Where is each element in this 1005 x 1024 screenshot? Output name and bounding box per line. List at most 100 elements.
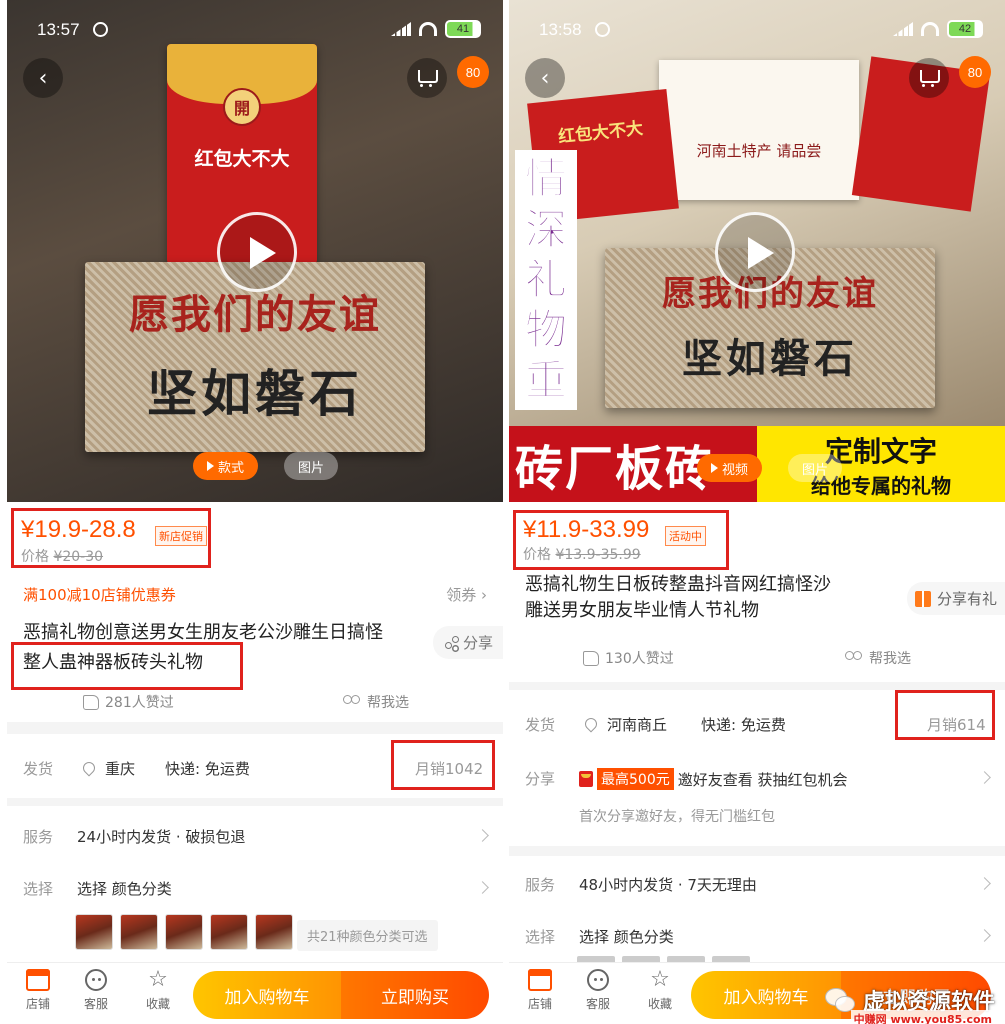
shipping-express: 快递: 免运费: [701, 716, 786, 734]
chevron-right-icon: [978, 929, 991, 942]
get-coupon-link[interactable]: 领券 ›: [446, 584, 487, 605]
help-me-choose[interactable]: 帮我选: [343, 692, 409, 712]
price-section: ¥19.9-28.8 新店促销 价格 ¥20-30: [7, 502, 503, 572]
people-icon: [845, 651, 863, 665]
options-section: 服务 48小时内发货 · 7天无理由 选择 选择 颜色分类: [509, 856, 1005, 968]
media-tabs: 款式 图片: [193, 452, 339, 480]
envelope-seal: 開: [223, 88, 261, 126]
favorite-button[interactable]: ☆ 收藏: [133, 969, 183, 1012]
share-subtext: 首次分享邀好友，得无门槛红包: [579, 809, 775, 825]
vertical-slogan: 情 深 礼 物 重: [515, 150, 577, 410]
product-gallery[interactable]: 河南土特产 请品尝 红包大不大 愿我们的友谊 坚如磐石 情 深 礼 物 重 砖厂…: [509, 0, 1005, 502]
help-me-choose[interactable]: 帮我选: [845, 648, 911, 668]
store-button[interactable]: 店铺: [515, 969, 565, 1012]
reward-chip: 最高500元: [597, 768, 674, 790]
tab-image[interactable]: 图片: [788, 454, 843, 482]
tab-image[interactable]: 图片: [284, 452, 339, 480]
wechat-icon: [824, 988, 855, 1012]
play-video-button[interactable]: [217, 212, 297, 292]
thumbs-up-icon: [583, 650, 599, 666]
alarm-icon: [93, 22, 108, 37]
wifi-icon: [419, 22, 437, 36]
share-reward-row[interactable]: 最高500元 邀好友查看 获抽红包机会: [579, 768, 848, 790]
shipping-row: 发货 重庆 快递: 免运费 月销1042: [7, 734, 503, 798]
favorite-button[interactable]: ☆ 收藏: [635, 969, 685, 1012]
chevron-right-icon: [476, 829, 489, 842]
swatch-thumb[interactable]: [255, 914, 293, 950]
swatch-thumb[interactable]: [165, 914, 203, 950]
chevron-right-icon: [978, 877, 991, 890]
notification-badge[interactable]: 80: [959, 56, 991, 88]
chat-face-icon: [587, 969, 609, 991]
likes-count[interactable]: 130人赞过: [583, 648, 674, 668]
play-video-button[interactable]: [715, 212, 795, 292]
buy-now-button[interactable]: 立即购买: [341, 971, 489, 1019]
tab-video[interactable]: 视频: [697, 454, 763, 482]
shipping-location: 重庆: [105, 760, 136, 778]
back-button[interactable]: ‹: [23, 58, 63, 98]
battery-indicator: 41: [445, 20, 481, 38]
wifi-icon: [921, 22, 939, 36]
gift-icon: [914, 590, 931, 607]
likes-count[interactable]: 281人赞过: [83, 692, 174, 712]
red-packet-icon: [579, 771, 593, 787]
envelope-text: 红包大不大: [194, 148, 290, 170]
sales-highlight-box: [895, 690, 995, 740]
service-label: 服务: [23, 828, 54, 846]
thumbs-up-icon: [83, 694, 99, 710]
comparison-screenshot: 開 红包大不大 愿我们的友谊 坚如磐石 13:57 41 ‹ 80 款式 图片 …: [0, 0, 1005, 1024]
select-label: 选择: [525, 928, 556, 946]
bottom-action-bar: 店铺 客服 ☆ 收藏 加入购物车 立即购买 虚拟资源软件 中赚网 www.you8…: [509, 962, 1005, 1024]
select-options[interactable]: 选择 颜色分类: [579, 926, 674, 947]
chevron-right-icon: [476, 881, 489, 894]
sign-text: 河南土特产 请品尝: [696, 142, 822, 160]
customer-service-button[interactable]: 客服: [573, 969, 623, 1012]
tab-style[interactable]: 款式: [193, 452, 259, 480]
alarm-icon: [595, 22, 610, 37]
signal-icon: [893, 22, 913, 36]
location-pin-icon: [582, 715, 600, 733]
notification-badge[interactable]: 80: [457, 56, 489, 88]
shipping-share-section: 发货 河南商丘 快递: 免运费 月销614 分享 最高500元 邀好友查看 获抽…: [509, 690, 1005, 846]
share-label: 分享: [525, 770, 556, 788]
media-tabs: 视频 图片: [697, 454, 843, 482]
location-pin-icon: [80, 759, 98, 777]
play-icon: [711, 463, 718, 473]
service-value[interactable]: 48小时内发货 · 7天无理由: [579, 874, 757, 895]
product-gallery[interactable]: 開 红包大不大 愿我们的友谊 坚如磐石 13:57 41 ‹ 80 款式 图片: [7, 0, 503, 502]
status-bar: 13:58 42: [509, 0, 1005, 60]
title-highlight-box: [11, 642, 243, 690]
options-section: 服务 24小时内发货 · 破损包退 选择 选择 颜色分类 共21种颜色分类可选: [7, 806, 503, 962]
color-swatches[interactable]: [75, 914, 293, 950]
share-gift-button[interactable]: 分享有礼: [906, 582, 1005, 615]
swatch-thumb[interactable]: [210, 914, 248, 950]
store-button[interactable]: 店铺: [13, 969, 63, 1012]
envelope-text: 红包大不大: [557, 118, 644, 148]
service-value[interactable]: 24小时内发货 · 破损包退: [77, 826, 245, 847]
select-options[interactable]: 选择 颜色分类: [77, 878, 172, 899]
watermark-logo: 中赚网 www.you85.com: [850, 1010, 995, 1024]
share-button[interactable]: 分享: [432, 626, 503, 659]
right-product-page: 河南土特产 请品尝 红包大不大 愿我们的友谊 坚如磐石 情 深 礼 物 重 砖厂…: [509, 0, 1005, 1024]
back-button[interactable]: ‹: [525, 58, 565, 98]
price-highlight-box: [11, 508, 211, 568]
cart-icon[interactable]: [407, 58, 447, 98]
chat-face-icon: [85, 969, 107, 991]
swatch-thumb[interactable]: [120, 914, 158, 950]
status-time: 13:57: [37, 20, 80, 39]
add-to-cart-button[interactable]: 加入购物车: [193, 971, 341, 1019]
sales-highlight-box: [391, 740, 495, 790]
title-section: 恶搞礼物生日板砖整蛊抖音网红搞怪沙 雕送男女朋友毕业情人节礼物 分享有礼 130…: [509, 574, 1005, 682]
add-to-cart-button[interactable]: 加入购物车: [691, 971, 841, 1019]
customer-service-button[interactable]: 客服: [71, 969, 121, 1012]
price-highlight-box: [513, 510, 729, 570]
store-icon: [528, 969, 552, 991]
play-icon: [207, 461, 214, 471]
chevron-left-icon: ‹: [38, 65, 48, 91]
swatch-thumb[interactable]: [75, 914, 113, 950]
cart-icon[interactable]: [909, 58, 949, 98]
shipping-label: 发货: [23, 760, 54, 778]
star-icon: ☆: [148, 967, 168, 992]
coupon-row[interactable]: 满100减10店铺优惠券 领券 ›: [7, 572, 503, 614]
chevron-right-icon: [978, 771, 991, 784]
